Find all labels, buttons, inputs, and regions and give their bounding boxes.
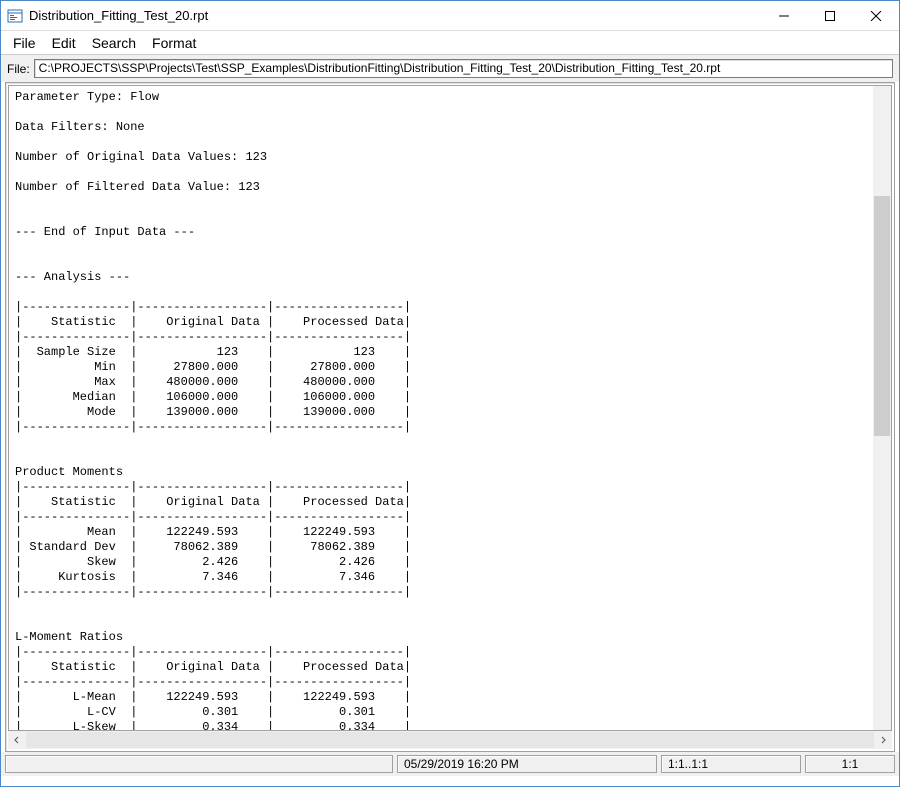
filebar: File: C:\PROJECTS\SSP\Projects\Test\SSP_…	[1, 55, 899, 82]
report-text[interactable]: Parameter Type: Flow Data Filters: None …	[9, 86, 873, 730]
horizontal-scroll-track[interactable]	[26, 731, 874, 749]
scroll-left-button[interactable]	[8, 731, 26, 749]
statusbar: 05/29/2019 16:20 PM 1:1..1:1 1:1	[1, 752, 899, 776]
menu-format[interactable]: Format	[144, 33, 204, 53]
status-timestamp: 05/29/2019 16:20 PM	[397, 755, 657, 773]
close-button[interactable]	[853, 1, 899, 31]
window-titlebar: Distribution_Fitting_Test_20.rpt	[1, 1, 899, 31]
status-message	[5, 755, 393, 773]
minimize-button[interactable]	[761, 1, 807, 31]
menu-edit[interactable]: Edit	[44, 33, 84, 53]
window-title: Distribution_Fitting_Test_20.rpt	[29, 8, 208, 23]
text-viewer: Parameter Type: Flow Data Filters: None …	[8, 85, 892, 731]
status-selection: 1:1	[805, 755, 895, 773]
status-position: 1:1..1:1	[661, 755, 801, 773]
content-panel: Parameter Type: Flow Data Filters: None …	[5, 82, 895, 752]
file-label: File:	[7, 62, 30, 76]
vertical-scrollbar[interactable]	[873, 86, 891, 730]
app-icon	[7, 8, 23, 24]
menu-file[interactable]: File	[5, 33, 44, 53]
vertical-scroll-thumb[interactable]	[874, 196, 890, 436]
maximize-button[interactable]	[807, 1, 853, 31]
horizontal-scroll-thumb[interactable]	[26, 732, 874, 748]
file-path-input[interactable]: C:\PROJECTS\SSP\Projects\Test\SSP_Exampl…	[34, 59, 893, 78]
menu-search[interactable]: Search	[84, 33, 144, 53]
menubar: File Edit Search Format	[1, 31, 899, 55]
horizontal-scrollbar[interactable]	[8, 731, 892, 749]
scroll-right-button[interactable]	[874, 731, 892, 749]
